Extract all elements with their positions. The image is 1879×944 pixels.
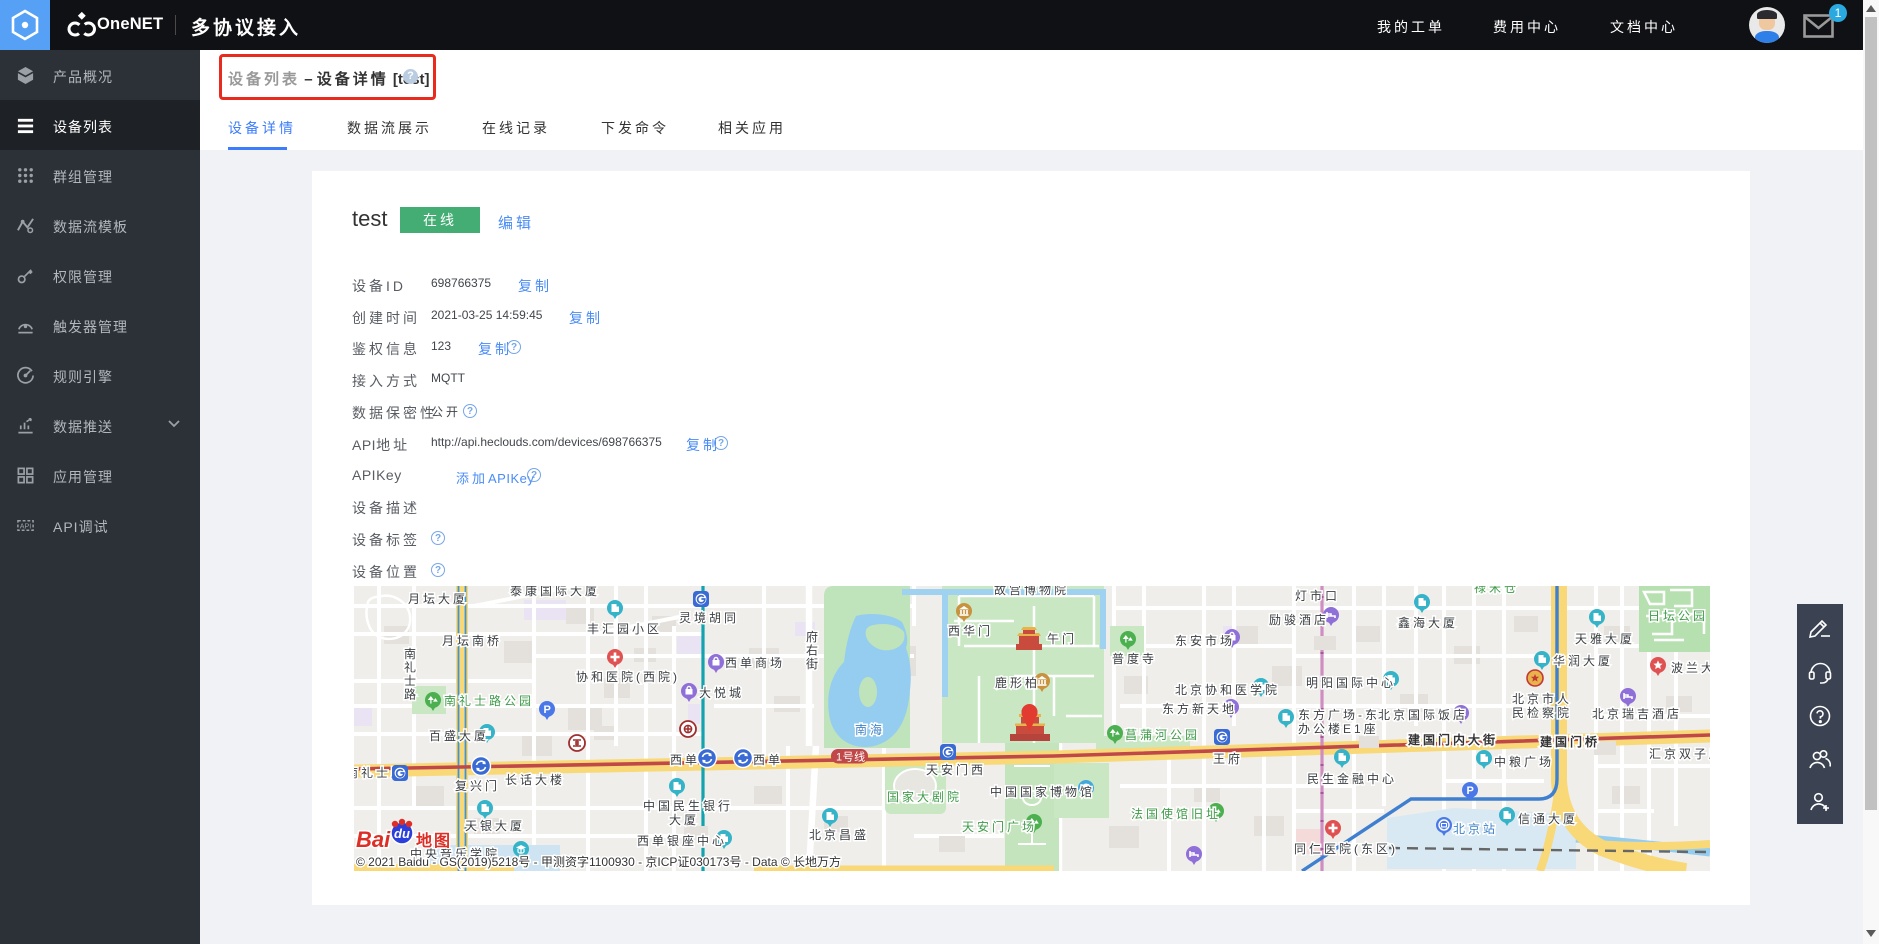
svg-text:信通大厦: 信通大厦 bbox=[1518, 812, 1578, 826]
svg-text:鹿形柏: 鹿形柏 bbox=[995, 675, 1040, 690]
svg-text:西单商场: 西单商场 bbox=[725, 655, 785, 670]
svg-text:天安门广场: 天安门广场 bbox=[962, 819, 1037, 834]
svg-text:华润大厦: 华润大厦 bbox=[1553, 654, 1613, 668]
svg-text:灯市口: 灯市口 bbox=[1295, 588, 1340, 603]
svg-text:百盛大厦: 百盛大厦 bbox=[429, 728, 489, 743]
svg-text:协和医院(西院): 协和医院(西院) bbox=[576, 669, 680, 684]
svg-text:大厦: 大厦 bbox=[669, 813, 699, 827]
svg-text:办公楼E1座: 办公楼E1座 bbox=[1298, 721, 1379, 736]
svg-text:API: API bbox=[20, 522, 31, 530]
svg-text:府右街: 府右街 bbox=[806, 629, 821, 671]
svg-text:民检察院: 民检察院 bbox=[1512, 705, 1572, 720]
svg-text:励骏酒店: 励骏酒店 bbox=[1269, 613, 1329, 627]
svg-text:建国门桥: 建国门桥 bbox=[1539, 734, 1600, 749]
svg-text:中国国家博物馆: 中国国家博物馆 bbox=[990, 784, 1095, 799]
svg-text:天银大厦: 天银大厦 bbox=[465, 819, 525, 833]
svg-text:东方广场-东: 东方广场-东 bbox=[1298, 707, 1380, 722]
svg-text:天安门西: 天安门西 bbox=[926, 762, 986, 777]
svg-text:禄米仓: 禄米仓 bbox=[1474, 586, 1519, 595]
svg-text:Bai: Bai bbox=[356, 827, 391, 852]
svg-text:西单: 西单 bbox=[753, 753, 783, 767]
svg-text:建国门内大街: 建国门内大街 bbox=[1407, 732, 1498, 747]
svg-text:汇京双子座大: 汇京双子座大 bbox=[1649, 746, 1710, 761]
svg-text:西华门: 西华门 bbox=[948, 623, 993, 638]
svg-text:北京协和医学院: 北京协和医学院 bbox=[1175, 682, 1280, 697]
svg-text:北京昌盛: 北京昌盛 bbox=[809, 827, 869, 842]
svg-text:西单: 西单 bbox=[670, 753, 700, 767]
svg-text:北京瑞吉酒店: 北京瑞吉酒店 bbox=[1592, 707, 1682, 721]
svg-text:1号线: 1号线 bbox=[836, 750, 866, 764]
svg-text:故宫博物院: 故宫博物院 bbox=[994, 586, 1069, 597]
svg-text:北京站: 北京站 bbox=[1453, 822, 1498, 836]
svg-text:法国使馆旧址: 法国使馆旧址 bbox=[1131, 806, 1221, 821]
svg-text:午门: 午门 bbox=[1047, 631, 1077, 646]
svg-text:长话大楼: 长话大楼 bbox=[505, 772, 565, 787]
svg-text:波兰大使: 波兰大使 bbox=[1671, 660, 1710, 675]
svg-text:中粮广场: 中粮广场 bbox=[1494, 754, 1554, 769]
svg-text:北京国际饭店: 北京国际饭店 bbox=[1378, 708, 1468, 722]
svg-text:日坛公园: 日坛公园 bbox=[1648, 609, 1708, 623]
svg-text:东安市场: 东安市场 bbox=[1175, 633, 1235, 648]
svg-text:菖蒲河公园: 菖蒲河公园 bbox=[1125, 728, 1200, 742]
svg-text:复兴门: 复兴门 bbox=[455, 778, 500, 793]
svg-text:同仁医院(东区): 同仁医院(东区) bbox=[1294, 842, 1398, 856]
svg-text:中国民生银行: 中国民生银行 bbox=[643, 798, 733, 813]
svg-text:天雅大厦: 天雅大厦 bbox=[1575, 631, 1635, 646]
svg-text:明阳国际中心: 明阳国际中心 bbox=[1306, 675, 1396, 690]
svg-text:南礼士路公园: 南礼士路公园 bbox=[444, 693, 534, 708]
svg-text:王府: 王府 bbox=[1213, 751, 1243, 766]
svg-text:民生金融中心: 民生金融中心 bbox=[1307, 771, 1397, 786]
svg-text:du: du bbox=[394, 826, 410, 841]
svg-text:南礼士路: 南礼士路 bbox=[404, 646, 419, 702]
svg-text:东方新天地: 东方新天地 bbox=[1162, 701, 1237, 716]
svg-text:© 2021 Baidu - GS(2019)5218号 -: © 2021 Baidu - GS(2019)5218号 - 甲测资字11009… bbox=[356, 854, 841, 869]
svg-text:南海: 南海 bbox=[855, 722, 885, 737]
svg-text:鑫海大厦: 鑫海大厦 bbox=[1398, 615, 1458, 630]
svg-text:月坛大厦: 月坛大厦 bbox=[408, 592, 468, 606]
svg-text:北京市人: 北京市人 bbox=[1512, 691, 1572, 706]
svg-text:大悦城: 大悦城 bbox=[699, 686, 744, 700]
svg-text:地图: 地图 bbox=[416, 831, 452, 850]
svg-text:国家大剧院: 国家大剧院 bbox=[887, 789, 962, 804]
svg-text:普度寺: 普度寺 bbox=[1112, 651, 1157, 666]
svg-text:西单银座中心: 西单银座中心 bbox=[637, 833, 727, 848]
svg-text:月坛南桥: 月坛南桥 bbox=[442, 633, 502, 648]
svg-text:泰康国际大厦: 泰康国际大厦 bbox=[510, 586, 600, 598]
svg-text:灵境胡同: 灵境胡同 bbox=[679, 610, 739, 625]
svg-text:丰汇园小区: 丰汇园小区 bbox=[587, 622, 662, 636]
